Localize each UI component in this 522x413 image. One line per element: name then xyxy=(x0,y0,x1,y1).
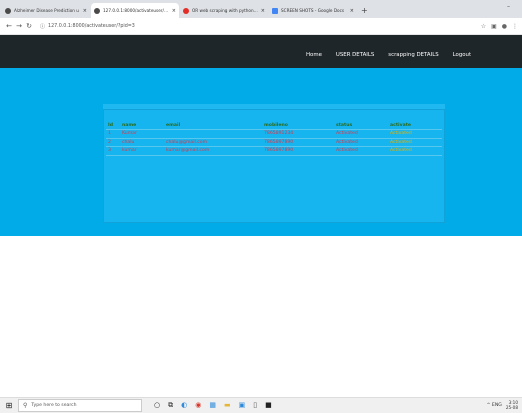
site-header: Home USER DETAILS scrapping DETAILS Logo… xyxy=(0,35,522,68)
tab-title: 127.0.0.1:8000/activateuser/?pid xyxy=(103,8,170,13)
activate-link[interactable]: Activated xyxy=(388,146,442,156)
table-row: 2 chalu chalu@gmail.com 7865897890 Activ… xyxy=(106,138,442,148)
browser-tab-strip: Alzheimer Disease Prediction u × 127.0.0… xyxy=(0,0,522,18)
col-id: Id xyxy=(106,122,120,130)
user-details-table: Id name email mobileno status activate 1… xyxy=(106,122,442,156)
task-view-icon[interactable]: ⧉ xyxy=(168,401,173,410)
cortana-icon[interactable]: ○ xyxy=(154,401,160,410)
windows-start-icon[interactable]: ⊞ xyxy=(0,401,18,410)
cell-email: kumar@gmail.com xyxy=(164,146,262,156)
close-icon[interactable]: × xyxy=(172,8,176,14)
profile-icon[interactable]: ● xyxy=(502,23,507,30)
nav-user-details[interactable]: USER DETAILS xyxy=(336,52,374,58)
cell-email xyxy=(164,129,262,139)
tab-title: SCREEN SHOTS - Google Docs xyxy=(281,8,345,13)
tab-title: Alzheimer Disease Prediction u xyxy=(14,8,79,13)
col-mobileno: mobileno xyxy=(262,122,334,130)
main-nav: Home USER DETAILS scrapping DETAILS Logo… xyxy=(306,52,471,58)
search-icon: ⚲ xyxy=(23,402,28,409)
browser-tab-3[interactable]: OR web scraping with python | V × xyxy=(180,3,268,18)
reload-icon[interactable]: ↻ xyxy=(24,22,34,30)
close-icon[interactable]: × xyxy=(261,8,265,14)
new-tab-button[interactable]: + xyxy=(361,3,368,18)
browser-tab-2[interactable]: 127.0.0.1:8000/activateuser/?pid × xyxy=(91,3,179,18)
close-icon[interactable]: × xyxy=(350,8,354,14)
table-row: 3 kumar kumar@gmail.com 7865897890 Activ… xyxy=(106,146,442,156)
col-activate: activate xyxy=(388,122,442,130)
star-icon[interactable]: ☆ xyxy=(481,23,486,30)
cell-name: chalu xyxy=(120,138,164,148)
explorer-icon[interactable]: ▬ xyxy=(224,401,231,410)
store-icon[interactable]: ▦ xyxy=(209,401,216,410)
minimize-button[interactable]: – xyxy=(507,3,510,10)
close-icon[interactable]: × xyxy=(83,8,87,14)
taskbar-search[interactable]: ⚲ Type here to search xyxy=(18,399,142,412)
url-text: 127.0.0.1:8000/activateuser/?pid=3 xyxy=(48,23,135,29)
cell-mobileno: 7865897890 xyxy=(262,138,334,148)
table-header-row: Id name email mobileno status activate xyxy=(106,122,442,130)
taskbar-apps: ○ ⧉ ◐ ◉ ▦ ▬ ▣ ▯ ■ xyxy=(154,401,272,410)
nav-scrapping-details[interactable]: scrapping DETAILS xyxy=(388,52,438,58)
cell-mobileno: 7865897890 xyxy=(262,146,334,156)
cell-id: 2 xyxy=(106,138,120,148)
youtube-icon xyxy=(183,7,189,14)
menu-icon[interactable]: ⋮ xyxy=(512,23,518,30)
table-row: 1 Kumar 7865891234 Activated Activated xyxy=(106,129,442,139)
tray-icons[interactable]: ^ ENG xyxy=(487,403,502,408)
cell-status: Activated xyxy=(334,146,388,156)
extension-icons: ☆ ▣ ● ⋮ xyxy=(481,23,518,30)
activate-link[interactable]: Activated xyxy=(388,129,442,139)
activate-link[interactable]: Activated xyxy=(388,138,442,148)
clock[interactable]: 3:10 25-08 xyxy=(506,400,518,411)
cell-id: 1 xyxy=(106,129,120,139)
col-name: name xyxy=(120,122,164,130)
docs-icon xyxy=(272,7,278,14)
browser-tab-4[interactable]: SCREEN SHOTS - Google Docs × xyxy=(269,3,357,18)
nav-home[interactable]: Home xyxy=(306,52,322,58)
back-icon[interactable]: ← xyxy=(4,22,14,30)
cell-status: Activated xyxy=(334,138,388,148)
system-tray: ^ ENG 3:10 25-08 xyxy=(487,400,518,411)
tab-favicon-icon xyxy=(94,7,100,14)
address-bar-row: ← → ↻ ⓘ 127.0.0.1:8000/activateuser/?pid… xyxy=(0,18,522,35)
address-bar[interactable]: ⓘ 127.0.0.1:8000/activateuser/?pid=3 xyxy=(40,20,475,32)
extension-icon[interactable]: ▣ xyxy=(491,23,497,30)
edge-icon[interactable]: ◐ xyxy=(181,401,187,410)
clock-date: 25-08 xyxy=(505,405,518,411)
cell-name: kumar xyxy=(120,146,164,156)
cell-status: Activated xyxy=(334,129,388,139)
search-placeholder: Type here to search xyxy=(31,403,77,408)
cell-name: Kumar xyxy=(120,129,164,139)
forward-icon[interactable]: → xyxy=(14,22,24,30)
chrome-icon[interactable]: ◉ xyxy=(195,401,201,410)
cell-email: chalu@gmail.com xyxy=(164,138,262,148)
windows-taskbar: ⊞ ⚲ Type here to search ○ ⧉ ◐ ◉ ▦ ▬ ▣ ▯ … xyxy=(0,397,522,413)
app-icon[interactable]: ■ xyxy=(265,401,272,410)
app-icon[interactable]: ▣ xyxy=(239,401,246,410)
browser-tab-1[interactable]: Alzheimer Disease Prediction u × xyxy=(2,3,90,18)
nav-logout[interactable]: Logout xyxy=(453,52,471,58)
info-icon: ⓘ xyxy=(40,23,46,30)
cell-mobileno: 7865891234 xyxy=(262,129,334,139)
cell-id: 3 xyxy=(106,146,120,156)
app-icon[interactable]: ▯ xyxy=(253,401,257,410)
tab-title: OR web scraping with python | V xyxy=(192,8,259,13)
col-status: status xyxy=(334,122,388,130)
col-email: email xyxy=(164,122,262,130)
tab-favicon-icon xyxy=(5,7,11,14)
